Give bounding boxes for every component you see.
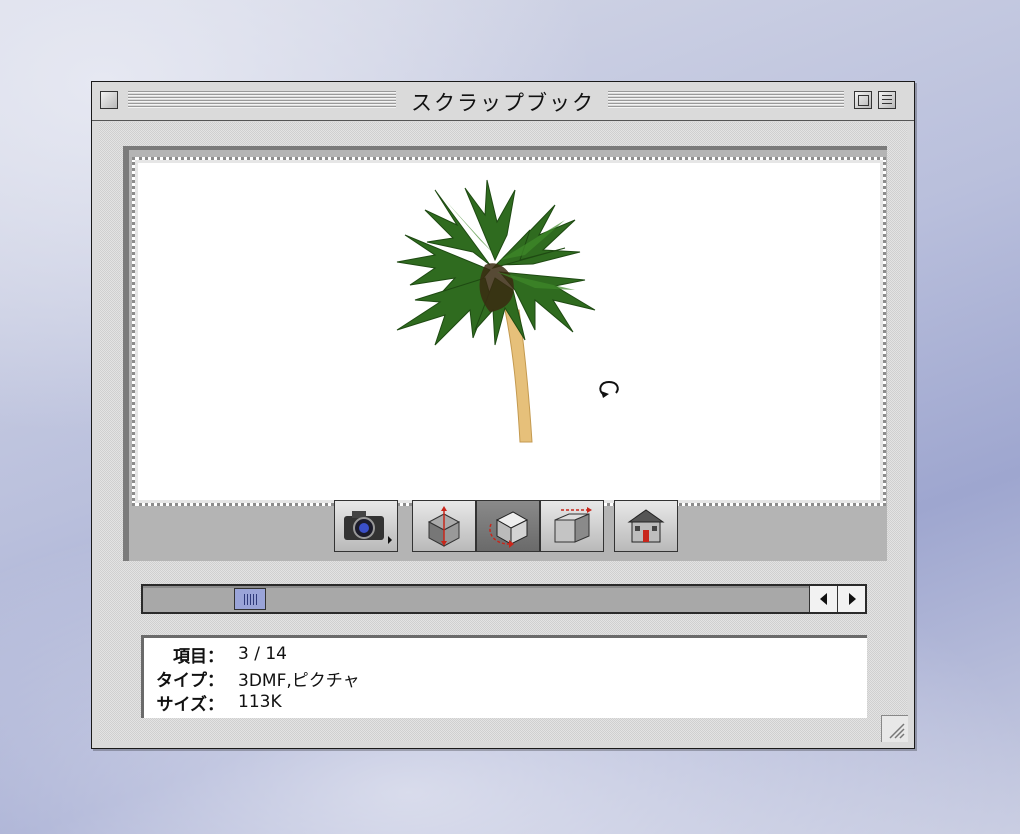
camera-icon — [344, 511, 392, 544]
info-row-item: 項目： 3 / 14 — [144, 642, 867, 667]
3d-viewer-canvas[interactable] — [132, 157, 886, 506]
size-value: 113K — [238, 692, 282, 712]
info-row-size: サイズ： 113K — [144, 690, 867, 715]
type-value: 3DMF,ピクチャ — [238, 670, 360, 691]
title-bar[interactable]: スクラップブック — [92, 82, 914, 121]
collapse-box[interactable] — [878, 91, 896, 109]
home-button[interactable] — [614, 500, 678, 552]
resize-grip-icon — [889, 723, 905, 739]
move-button[interactable] — [412, 500, 476, 552]
home-icon — [627, 509, 665, 543]
resize-grip[interactable] — [881, 715, 908, 742]
pan-camera-icon — [554, 507, 592, 543]
arrow-right-icon — [848, 593, 856, 605]
camera-button[interactable] — [334, 500, 398, 552]
rotate-button[interactable] — [476, 500, 540, 552]
rotate-cursor-icon — [599, 380, 619, 398]
type-label: タイプ： — [156, 670, 224, 691]
item-info-panel: 項目： 3 / 14 タイプ： 3DMF,ピクチャ サイズ： 113K — [141, 635, 867, 718]
scroll-left-button[interactable] — [809, 586, 837, 612]
scroll-right-button[interactable] — [837, 586, 865, 612]
arrow-left-icon — [819, 593, 827, 605]
item-label: 項目： — [173, 646, 224, 667]
title-stripes-right — [608, 91, 844, 109]
window-title: スクラップブック — [405, 91, 601, 115]
size-label: サイズ： — [156, 694, 225, 715]
move-object-icon — [427, 506, 461, 547]
palm-tree-image — [396, 179, 596, 443]
item-scrollbar[interactable] — [141, 584, 867, 614]
item-value: 3 / 14 — [238, 644, 287, 664]
rotate-object-icon — [489, 511, 529, 548]
scroll-thumb[interactable] — [234, 588, 266, 610]
viewer-toolbar — [334, 500, 678, 552]
scrapbook-window: スクラップブック 項目： 3 / 14 タイプ： 3DMF,ピクチャ サイズ： … — [91, 81, 915, 749]
pan-button[interactable] — [540, 500, 604, 552]
zoom-box[interactable] — [854, 91, 872, 109]
info-row-type: タイプ： 3DMF,ピクチャ — [144, 666, 867, 691]
